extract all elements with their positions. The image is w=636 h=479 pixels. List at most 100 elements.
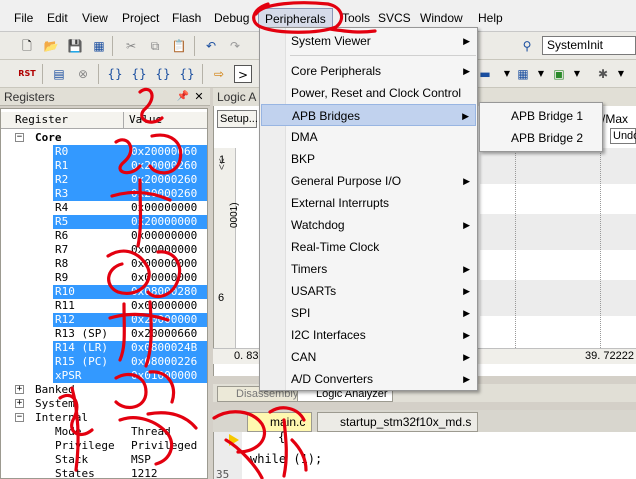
collapse-icon[interactable]: −	[15, 413, 24, 422]
menu-tools[interactable]: Tools	[336, 8, 376, 28]
menu-item-power-reset-and-clock-control[interactable]: Power, Reset and Clock Control	[261, 82, 476, 104]
register-row[interactable]: R13 (SP) 0x20000660	[1, 327, 207, 341]
save-all-icon[interactable]: ▦	[90, 37, 108, 55]
register-value[interactable]: 0x08000226	[131, 355, 198, 369]
register-row[interactable]: R1 0x20000260	[1, 159, 207, 173]
new-file-icon[interactable]: 🗋	[18, 37, 36, 55]
find-icon[interactable]: ⚲	[518, 37, 536, 55]
setup-button[interactable]: Setup...	[217, 110, 258, 128]
register-group[interactable]: + Banked	[1, 383, 207, 397]
register-value[interactable]: MSP	[131, 453, 151, 467]
menu-item-bkp[interactable]: BKP	[261, 148, 476, 170]
register-value[interactable]: 0x20000000	[131, 215, 198, 229]
menu-svcs[interactable]: SVCS	[372, 8, 417, 28]
menu-file[interactable]: File	[8, 8, 39, 28]
expand-icon[interactable]: +	[15, 385, 24, 394]
menu-project[interactable]: Project	[116, 8, 165, 28]
register-row[interactable]: R3 0x20000260	[1, 187, 207, 201]
register-row[interactable]: R4 0x00000000	[1, 201, 207, 215]
code-editor[interactable]: { while (1); 35	[213, 430, 636, 479]
register-row[interactable]: R10 0x08000280	[1, 285, 207, 299]
register-value[interactable]: 0x00000000	[131, 243, 197, 257]
register-row[interactable]: Privilege Privileged	[1, 439, 207, 453]
run-to-cursor-icon[interactable]: {}	[178, 65, 196, 83]
register-row[interactable]: R9 0x00000000	[1, 271, 207, 285]
system-viewer-dropdown-icon[interactable]: ▼	[568, 65, 586, 83]
menu-item-spi[interactable]: SPI ▶	[261, 302, 476, 324]
register-value[interactable]: 0x00000000	[131, 299, 197, 313]
register-row[interactable]: xPSR 0x01000000	[1, 369, 207, 383]
tools-icon[interactable]: ✱	[594, 65, 612, 83]
menu-item-apb-bridges[interactable]: APB Bridges ▶	[261, 104, 476, 126]
menu-item-core-peripherals[interactable]: Core Peripherals ▶	[261, 60, 476, 82]
register-value[interactable]: 0x20000060	[131, 145, 198, 159]
menu-item-apb-bridge-1[interactable]: APB Bridge 1	[481, 105, 601, 127]
register-value[interactable]: Thread	[131, 425, 171, 439]
menu-item-system-viewer[interactable]: System Viewer ▶	[261, 30, 476, 52]
register-row[interactable]: R12 0x20000000	[1, 313, 207, 327]
register-row[interactable]: R14 (LR) 0x0800024B	[1, 341, 207, 355]
tab-main-c[interactable]: main.c	[247, 412, 313, 432]
menu-item-a-d-converters[interactable]: A/D Converters ▶	[261, 368, 476, 390]
register-value[interactable]: 0x08000280	[131, 285, 198, 299]
register-row[interactable]: R15 (PC) 0x08000226	[1, 355, 207, 369]
system-viewer-icon[interactable]: ▣	[550, 65, 568, 83]
open-folder-icon[interactable]: 📂	[42, 37, 60, 55]
menu-item-can[interactable]: CAN ▶	[261, 346, 476, 368]
register-group[interactable]: − Core	[1, 131, 207, 145]
step-over-icon[interactable]: {}	[130, 65, 148, 83]
menu-item-apb-bridge-2[interactable]: APB Bridge 2	[481, 127, 601, 149]
pin-icon[interactable]: 📌	[176, 88, 190, 106]
register-group[interactable]: + System	[1, 397, 207, 411]
cut-icon[interactable]: ✂	[122, 37, 140, 55]
redo-icon[interactable]: ↷	[226, 37, 244, 55]
register-row[interactable]: R2 0x20000260	[1, 173, 207, 187]
menu-debug[interactable]: Debug	[208, 8, 255, 28]
menu-item-watchdog[interactable]: Watchdog ▶	[261, 214, 476, 236]
save-icon[interactable]: 💾	[66, 37, 84, 55]
paste-icon[interactable]: 📋	[170, 37, 188, 55]
analysis-window-icon[interactable]: ▬	[476, 65, 494, 83]
register-value[interactable]: 0x20000260	[131, 159, 198, 173]
menu-item-external-interrupts[interactable]: External Interrupts	[261, 192, 476, 214]
tab-startup-s[interactable]: startup_stm32f10x_md.s	[317, 412, 479, 432]
menu-item-usarts[interactable]: USARTs ▶	[261, 280, 476, 302]
register-value[interactable]: 0x20000660	[131, 327, 197, 341]
menu-peripherals[interactable]: Peripherals	[258, 8, 333, 28]
trace-icon[interactable]: ▦	[514, 65, 532, 83]
undo-button[interactable]: Undo	[610, 128, 636, 144]
register-row[interactable]: R11 0x00000000	[1, 299, 207, 313]
run-icon[interactable]: ▤	[50, 65, 68, 83]
copy-icon[interactable]: ⧉	[146, 37, 164, 55]
menu-edit[interactable]: Edit	[41, 8, 74, 28]
menu-help[interactable]: Help	[472, 8, 509, 28]
expand-icon[interactable]: +	[15, 399, 24, 408]
menu-item-real-time-clock[interactable]: Real-Time Clock	[261, 236, 476, 258]
register-row[interactable]: R0 0x20000060	[1, 145, 207, 159]
register-value[interactable]: 0x20000260	[131, 173, 198, 187]
menu-item-timers[interactable]: Timers ▶	[261, 258, 476, 280]
target-select[interactable]: SystemInit	[542, 36, 636, 55]
step-out-icon[interactable]: {}	[154, 65, 172, 83]
register-value[interactable]: Privileged	[131, 439, 197, 453]
register-row[interactable]: States 1212	[1, 467, 207, 478]
register-row[interactable]: Stack MSP	[1, 453, 207, 467]
register-value[interactable]: 0x01000000	[131, 369, 198, 383]
register-row[interactable]: R8 0x00000000	[1, 257, 207, 271]
register-group[interactable]: − Internal	[1, 411, 207, 425]
step-into-icon[interactable]: {}	[106, 65, 124, 83]
close-icon[interactable]: ✕	[192, 88, 206, 106]
menu-item-dma[interactable]: DMA	[261, 126, 476, 148]
menu-flash[interactable]: Flash	[166, 8, 207, 28]
register-value[interactable]: 0x00000000	[131, 257, 197, 271]
tools-dropdown-icon[interactable]: ▼	[612, 65, 630, 83]
reset-button[interactable]: RST	[16, 65, 38, 83]
show-next-statement-icon[interactable]: ⇨	[210, 65, 228, 83]
menu-window[interactable]: Window	[414, 8, 469, 28]
trace-dropdown-icon[interactable]: ▼	[532, 65, 550, 83]
command-window-icon[interactable]: >	[234, 65, 252, 83]
register-value[interactable]: 0x0800024B	[131, 341, 198, 355]
register-row[interactable]: R6 0x00000000	[1, 229, 207, 243]
register-row[interactable]: R7 0x00000000	[1, 243, 207, 257]
collapse-icon[interactable]: <<	[217, 158, 228, 170]
